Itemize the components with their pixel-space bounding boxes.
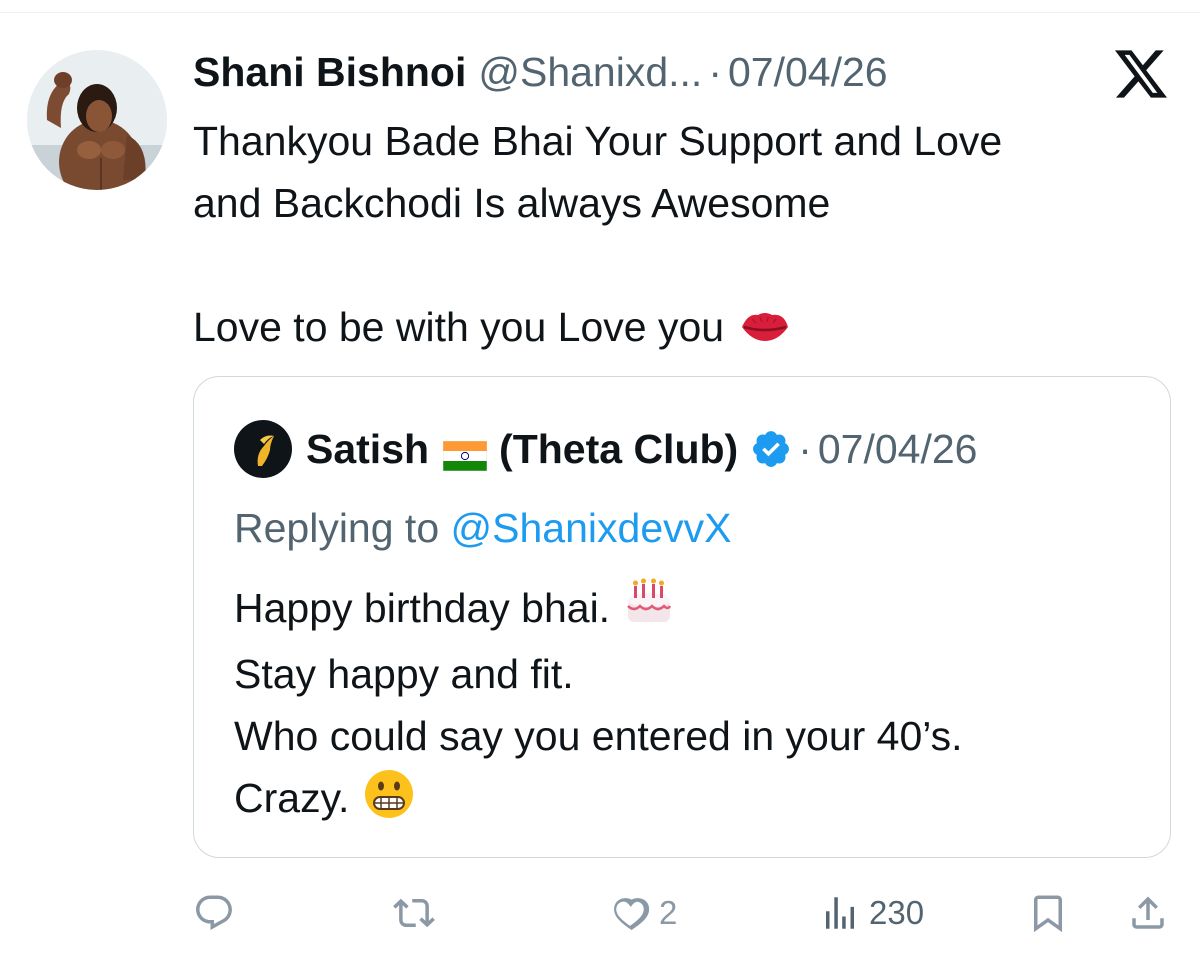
repost-icon bbox=[393, 892, 435, 934]
post-screenshot: Shani Bishnoi @Shanixd... · 07/04/26 Tha… bbox=[0, 0, 1200, 973]
post-header: Shani Bishnoi @Shanixd... · 07/04/26 bbox=[193, 46, 888, 98]
separator-dot: · bbox=[708, 48, 722, 95]
quote-header: Satish (Theta Club) · 07/04/26 bbox=[234, 420, 978, 478]
post-date[interactable]: 07/04/26 bbox=[728, 49, 888, 96]
separator-dot: · bbox=[798, 425, 812, 472]
quote-author-name[interactable]: Satish bbox=[306, 426, 429, 473]
post-line-with-emoji: Love to be with you Love you bbox=[193, 296, 1163, 364]
author-avatar[interactable] bbox=[27, 50, 167, 190]
post-line: Love to be with you Love you bbox=[193, 304, 725, 350]
reply-icon bbox=[193, 892, 235, 934]
quoted-post-card[interactable]: Satish (Theta Club) · 07/04/26 Replying … bbox=[193, 376, 1171, 858]
quote-author-avatar[interactable] bbox=[234, 420, 292, 478]
like-icon bbox=[609, 892, 651, 934]
bookmark-icon bbox=[1027, 892, 1069, 934]
india-flag-icon bbox=[442, 434, 488, 472]
quote-body: Happy birthday bhai. Stay happy and fit.… bbox=[234, 577, 1134, 837]
quote-line: Crazy. bbox=[234, 775, 350, 821]
views-button[interactable]: 230 bbox=[819, 888, 924, 938]
quote-line: Happy birthday bhai. bbox=[234, 585, 611, 631]
quote-line-with-emoji: Crazy. bbox=[234, 767, 1134, 837]
views-count: 230 bbox=[869, 894, 925, 931]
bookmark-button[interactable] bbox=[1027, 888, 1069, 938]
x-logo-icon bbox=[1112, 48, 1170, 100]
share-icon bbox=[1127, 892, 1169, 934]
quote-date[interactable]: 07/04/26 bbox=[818, 426, 978, 473]
post-line: Thankyou Bade Bhai Your Support and Love bbox=[193, 118, 1003, 164]
author-handle[interactable]: @Shanixd... bbox=[478, 49, 702, 96]
replying-to: Replying to @ShanixdevvX bbox=[234, 505, 731, 552]
quote-line: Stay happy and fit. bbox=[234, 651, 574, 697]
reply-button[interactable] bbox=[193, 888, 243, 938]
replying-label: Replying to bbox=[234, 505, 440, 551]
action-bar: 2 230 bbox=[193, 888, 1171, 938]
like-button[interactable]: 2 bbox=[609, 888, 677, 938]
author-name[interactable]: Shani Bishnoi bbox=[193, 49, 466, 96]
birthday-cake-emoji bbox=[622, 578, 676, 643]
replying-mention-link[interactable]: @ShanixdevvX bbox=[451, 505, 732, 551]
like-count: 2 bbox=[659, 894, 678, 931]
repost-button[interactable] bbox=[393, 888, 443, 938]
share-button[interactable] bbox=[1127, 888, 1169, 938]
grimacing-face-emoji bbox=[363, 768, 415, 837]
verified-badge-icon bbox=[750, 428, 792, 470]
post-body: Thankyou Bade Bhai Your Support and Love… bbox=[193, 110, 1163, 364]
quote-line: Who could say you entered in your 40’s. bbox=[234, 713, 963, 759]
quote-author-org[interactable]: (Theta Club) bbox=[499, 426, 738, 473]
top-divider bbox=[0, 12, 1200, 13]
post-line: and Backchodi Is always Awesome bbox=[193, 180, 831, 226]
kiss-lips-emoji bbox=[738, 302, 792, 364]
views-icon bbox=[819, 892, 861, 934]
quote-line-with-emoji: Happy birthday bhai. bbox=[234, 577, 1134, 643]
